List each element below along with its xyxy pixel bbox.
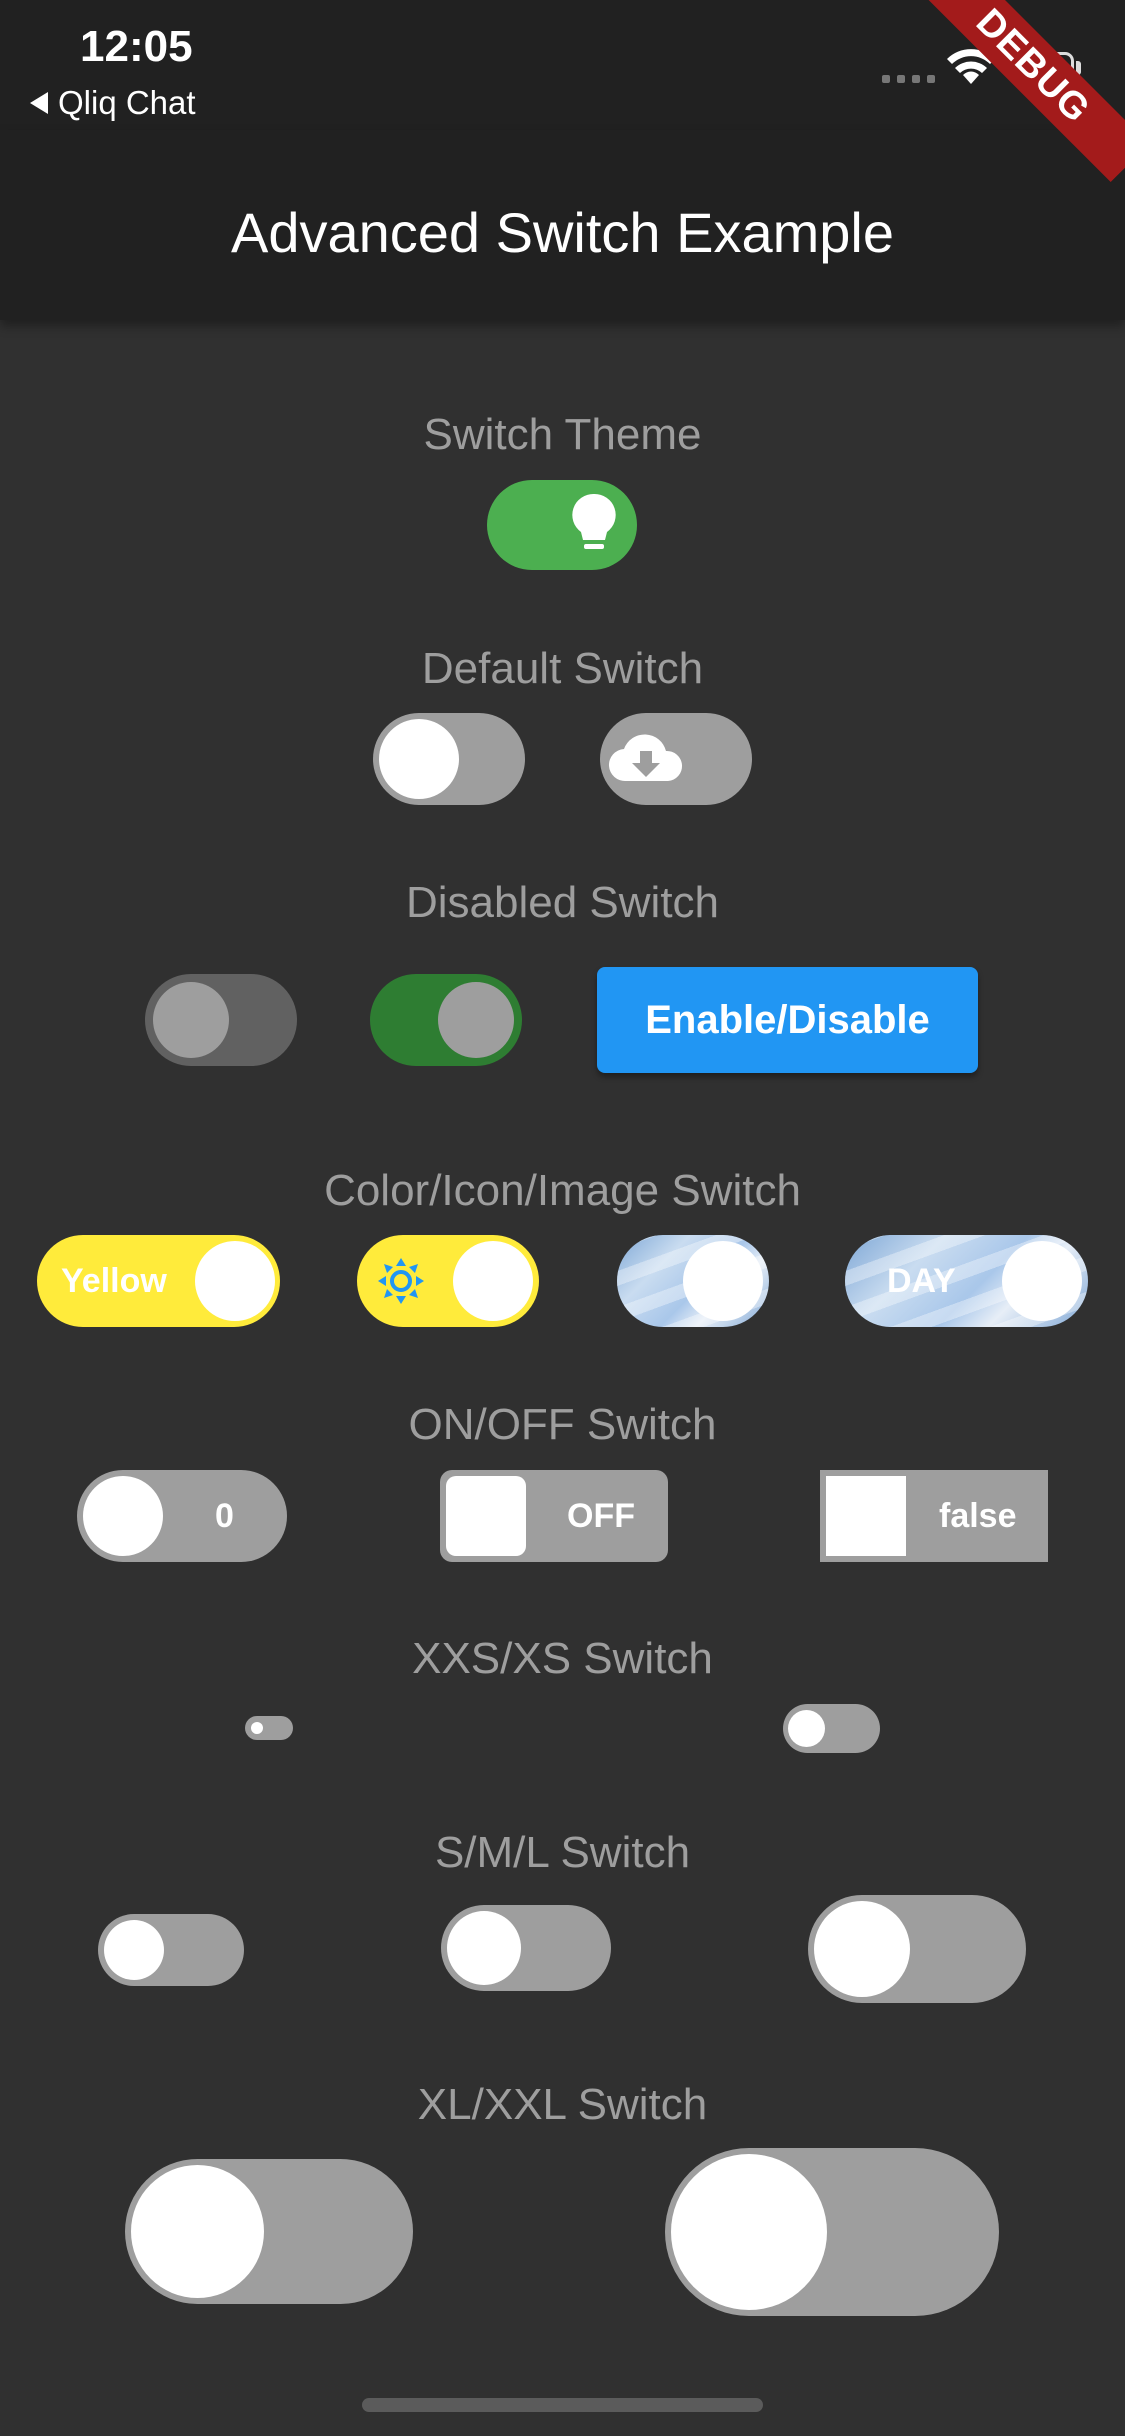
debug-banner: DEBUG	[905, 0, 1125, 220]
numeric-switch-label: 0	[215, 1496, 234, 1535]
enable-disable-button[interactable]: Enable/Disable	[597, 967, 978, 1073]
yellow-switch-label: Yellow	[61, 1261, 167, 1300]
text-on-off-switch[interactable]: OFF	[440, 1470, 668, 1562]
sun-icon-switch[interactable]	[357, 1235, 539, 1327]
section-title-color-icon-image-switch: Color/Icon/Image Switch	[324, 1166, 801, 1215]
switch-knob	[814, 1901, 910, 1997]
section-title-on-off-switch: ON/OFF Switch	[408, 1400, 717, 1449]
switch-knob	[683, 1241, 763, 1321]
home-indicator[interactable]	[362, 2398, 763, 2412]
default-switch-icon[interactable]	[600, 713, 752, 805]
switch-knob	[826, 1476, 906, 1556]
section-title-sml-switch: S/M/L Switch	[434, 1828, 691, 1877]
switch-knob	[379, 719, 459, 799]
day-switch-label: DAY	[887, 1261, 956, 1300]
debug-banner-label: DEBUG	[967, 1, 1099, 132]
section-title-xl-xxl-switch: XL/XXL Switch	[417, 2080, 708, 2129]
switch-knob	[446, 1476, 526, 1556]
switch-knob	[1002, 1241, 1082, 1321]
switch-knob	[453, 1241, 533, 1321]
xxl-switch[interactable]	[665, 2148, 999, 2316]
back-to-app-link[interactable]: Qliq Chat	[30, 84, 196, 122]
day-image-switch[interactable]: DAY	[845, 1235, 1088, 1327]
disabled-switch-on	[370, 974, 522, 1066]
switch-knob	[83, 1476, 163, 1556]
small-switch[interactable]	[98, 1914, 244, 1986]
switch-knob	[104, 1920, 164, 1980]
switch-knob	[438, 982, 514, 1058]
switch-knob	[447, 1911, 521, 1985]
xs-switch[interactable]	[783, 1704, 880, 1753]
section-title-disabled-switch: Disabled Switch	[405, 878, 720, 927]
switch-knob	[153, 982, 229, 1058]
large-switch[interactable]	[808, 1895, 1026, 2003]
image-switch[interactable]	[617, 1235, 769, 1327]
sun-icon	[378, 1258, 424, 1304]
off-switch-label: OFF	[567, 1496, 635, 1535]
switch-knob	[131, 2165, 264, 2298]
xxs-switch[interactable]	[245, 1716, 293, 1740]
false-switch-label: false	[939, 1496, 1017, 1535]
switch-knob	[251, 1722, 263, 1734]
switch-knob	[788, 1710, 825, 1747]
boolean-on-off-switch[interactable]: false	[820, 1470, 1048, 1562]
switch-knob	[671, 2154, 827, 2310]
section-title-xxs-xs-switch: XXS/XS Switch	[412, 1634, 713, 1683]
disabled-switch-off	[145, 974, 297, 1066]
switch-knob	[195, 1241, 275, 1321]
yellow-color-switch[interactable]: Yellow	[37, 1235, 280, 1327]
lightbulb-icon	[572, 493, 616, 549]
section-title-switch-theme: Switch Theme	[423, 410, 702, 459]
medium-switch[interactable]	[441, 1905, 611, 1991]
cloud-download-icon	[608, 734, 683, 782]
theme-switch[interactable]	[487, 480, 637, 570]
numeric-on-off-switch[interactable]: 0	[77, 1470, 287, 1562]
xl-switch[interactable]	[125, 2159, 413, 2304]
default-switch-off[interactable]	[373, 713, 525, 805]
back-arrow-icon	[30, 92, 48, 114]
back-app-label: Qliq Chat	[58, 84, 196, 121]
status-time: 12:05	[80, 22, 193, 71]
section-title-default-switch: Default Switch	[421, 644, 704, 693]
